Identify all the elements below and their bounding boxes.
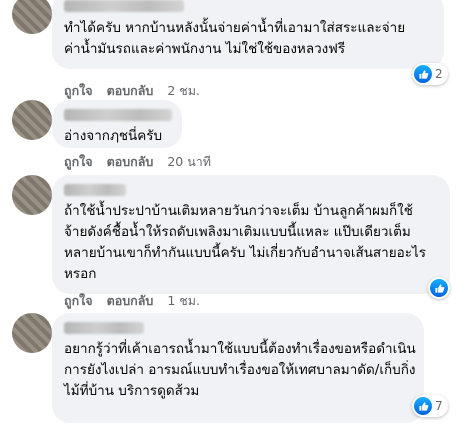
reply-button[interactable]: ตอบกลับ xyxy=(107,291,154,311)
commenter-name[interactable] xyxy=(64,184,126,196)
reaction-number: 7 xyxy=(435,399,443,413)
reaction-count[interactable]: 2 xyxy=(412,63,448,85)
avatar[interactable] xyxy=(12,0,52,34)
like-button[interactable]: ถูกใจ xyxy=(64,81,93,101)
reply-button[interactable]: ตอบกลับ xyxy=(107,152,154,172)
reaction-number: 2 xyxy=(435,67,443,81)
comment-text: ทำได้ครับ หากบ้านหลังนั้นจ่ายค่าน้ำที่เอ… xyxy=(64,20,406,57)
like-reaction-icon xyxy=(414,397,432,415)
comment-bubble: อ่างจากฦชนี่ครับ xyxy=(52,100,182,148)
like-button[interactable]: ถูกใจ xyxy=(64,152,93,172)
avatar[interactable] xyxy=(12,100,52,140)
reaction-count[interactable]: 7 xyxy=(412,395,448,417)
comment-text: ถ้าใช้น้ำประปาบ้านเติมหลายวันกว่าจะเต็ม … xyxy=(64,203,427,282)
like-reaction-icon xyxy=(414,65,432,83)
like-reaction-icon xyxy=(430,279,448,297)
timestamp[interactable]: 20 นาที xyxy=(167,152,211,172)
comment-actions: ถูกใจ ตอบกลับ 2 ชม. xyxy=(64,81,200,101)
comment-bubble: อยากรู้ว่าที่เค้าเอารถน้ำมาใช้แบบนี้ต้อง… xyxy=(52,313,424,423)
comment-actions: ถูกใจ ตอบกลับ 20 นาที xyxy=(64,152,211,172)
like-button[interactable]: ถูกใจ xyxy=(64,291,93,311)
timestamp[interactable]: 1 ชม. xyxy=(167,291,200,311)
commenter-name[interactable] xyxy=(64,0,184,12)
comment-text: อยากรู้ว่าที่เค้าเอารถน้ำมาใช้แบบนี้ต้อง… xyxy=(64,341,416,399)
comment-actions: ถูกใจ ตอบกลับ 1 ชม. xyxy=(64,291,200,311)
avatar[interactable] xyxy=(12,313,52,353)
reply-button[interactable]: ตอบกลับ xyxy=(107,81,154,101)
commenter-name[interactable] xyxy=(64,109,172,121)
comment-bubble: ทำได้ครับ หากบ้านหลังนั้นจ่ายค่าน้ำที่เอ… xyxy=(52,0,444,69)
timestamp[interactable]: 2 ชม. xyxy=(167,81,200,101)
comment-text: อ่างจากฦชนี่ครับ xyxy=(64,128,163,144)
like-reaction[interactable] xyxy=(428,277,450,299)
comment-bubble: ถ้าใช้น้ำประปาบ้านเติมหลายวันกว่าจะเต็ม … xyxy=(52,175,450,294)
commenter-name[interactable] xyxy=(64,322,144,334)
avatar[interactable] xyxy=(12,175,52,215)
